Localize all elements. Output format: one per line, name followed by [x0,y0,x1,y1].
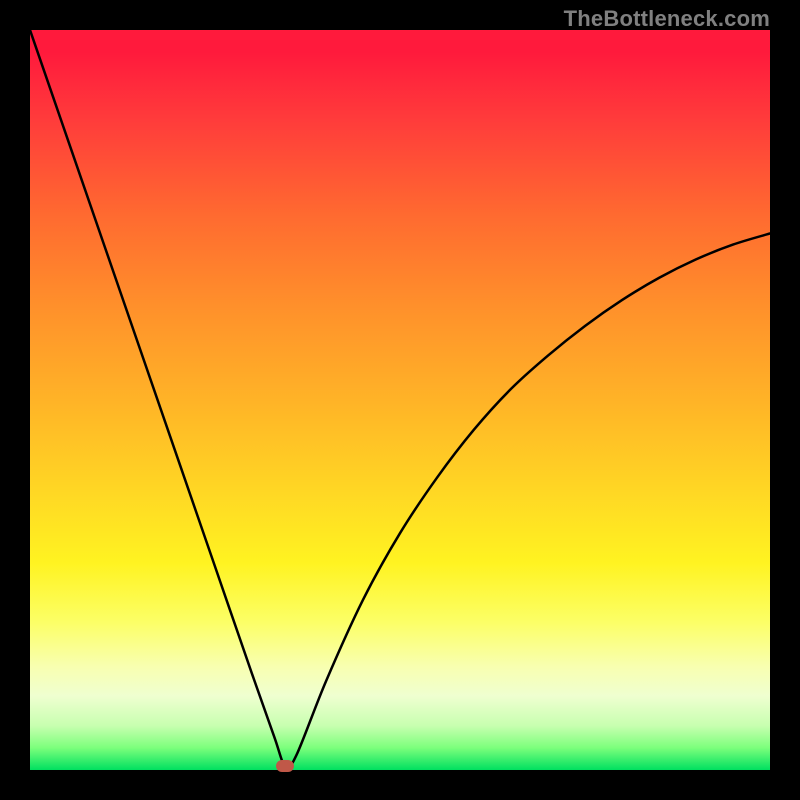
optimal-point-marker [276,760,294,772]
bottleneck-curve [30,30,770,770]
chart-frame: TheBottleneck.com [0,0,800,800]
watermark-text: TheBottleneck.com [564,6,770,32]
